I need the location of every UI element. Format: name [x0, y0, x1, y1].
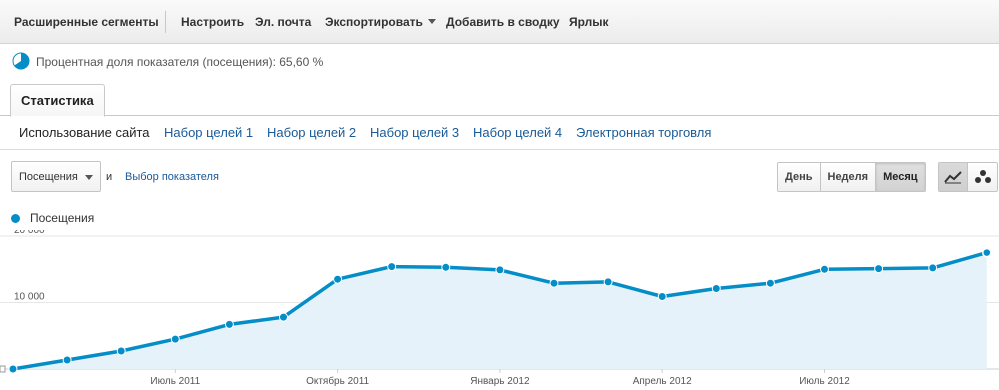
metric-dropdown-value: Посещения: [19, 171, 78, 183]
subtab-goal-set-4[interactable]: Набор целей 4: [473, 125, 562, 140]
legend-marker: [11, 214, 20, 223]
add-to-dashboard-button[interactable]: Добавить в сводку: [446, 15, 560, 29]
chevron-down-icon: [427, 19, 436, 24]
period-week-button[interactable]: Неделя: [820, 163, 877, 191]
x-tick-label: Апрель 2012: [633, 376, 692, 387]
data-point[interactable]: [820, 264, 829, 274]
bubble-chart-icon: [974, 170, 991, 183]
export-button[interactable]: Экспортировать: [325, 15, 436, 29]
email-button[interactable]: Эл. почта: [255, 15, 311, 29]
data-point[interactable]: [387, 262, 397, 272]
chevron-down-icon: [85, 175, 93, 180]
data-point[interactable]: [441, 262, 451, 272]
visits-line-chart: 20 000 10 000 Июль 2011 Октябрь 2011 Январь …: [0, 230, 999, 387]
data-point[interactable]: [549, 278, 559, 288]
x-tick-label: Июль 2012: [799, 376, 850, 387]
metric-dropdown[interactable]: Посещения: [11, 161, 101, 192]
and-label: и: [106, 171, 113, 183]
data-point[interactable]: [333, 274, 343, 284]
data-point[interactable]: [657, 292, 667, 301]
advanced-segments-button[interactable]: Расширенные сегменты: [14, 15, 159, 29]
period-month-button[interactable]: Месяц: [876, 163, 925, 191]
x-tick-label: Июль 2011: [150, 376, 200, 387]
line-chart-icon: [944, 171, 962, 184]
x-tick-label: Октябрь 2011: [306, 375, 369, 387]
range-handle[interactable]: [0, 365, 6, 373]
data-point[interactable]: [224, 319, 234, 329]
report-toolbar: Расширенные сегменты Настроить Эл. почта…: [0, 0, 999, 44]
chart-type-toggle: [938, 162, 998, 192]
data-point[interactable]: [170, 334, 180, 344]
shortcut-button[interactable]: Ярлык: [569, 15, 609, 29]
y-tick-label: 20 000: [14, 230, 45, 236]
data-point[interactable]: [874, 264, 884, 274]
data-point[interactable]: [279, 312, 288, 322]
data-point[interactable]: [116, 346, 126, 356]
toolbar-divider: [165, 11, 166, 33]
export-label: Экспортировать: [325, 15, 423, 29]
data-point[interactable]: [928, 263, 938, 273]
x-tick-label: Январь 2012: [470, 376, 530, 387]
subtab-site-usage[interactable]: Использование сайта: [19, 125, 150, 140]
explorer-subtabs: Использование сайта Набор целей 1 Набор …: [0, 116, 999, 150]
subtab-goal-set-1[interactable]: Набор целей 1: [164, 125, 253, 140]
y-tick-label: 10 000: [14, 292, 45, 303]
report-tabs: Статистика: [0, 84, 999, 117]
tab-statistics[interactable]: Статистика: [10, 84, 105, 117]
data-point[interactable]: [765, 278, 775, 288]
period-toggle: День Неделя Месяц: [777, 162, 926, 192]
data-point[interactable]: [711, 284, 721, 293]
data-point[interactable]: [62, 355, 72, 365]
data-point[interactable]: [982, 247, 992, 258]
pie-chart-icon: [12, 52, 30, 70]
data-point[interactable]: [8, 364, 18, 374]
data-point[interactable]: [603, 277, 613, 287]
data-point[interactable]: [495, 265, 505, 275]
select-metric-link[interactable]: Выбор показателя: [125, 171, 219, 183]
legend-label: Посещения: [30, 211, 95, 225]
subtab-ecommerce[interactable]: Электронная торговля: [576, 125, 711, 140]
motion-chart-view-button[interactable]: [968, 163, 997, 191]
customize-button[interactable]: Настроить: [181, 15, 244, 29]
line-chart-view-button[interactable]: [939, 163, 969, 191]
subtab-goal-set-2[interactable]: Набор целей 2: [267, 125, 356, 140]
period-day-button[interactable]: День: [778, 163, 821, 191]
metric-share-text: Процентная доля показателя (посещения): …: [36, 55, 324, 69]
subtab-goal-set-3[interactable]: Набор целей 3: [370, 125, 459, 140]
